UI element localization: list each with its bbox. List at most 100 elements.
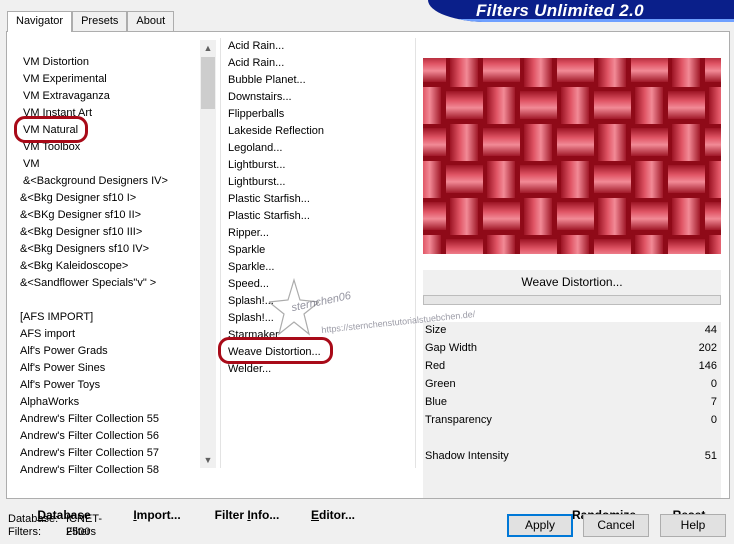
weave-tile xyxy=(423,235,441,254)
category-item[interactable]: VM Extravaganza xyxy=(20,88,203,105)
category-item[interactable]: &<Sandflower Specials"v" > xyxy=(20,275,203,292)
filter-item[interactable]: Plastic Starfish... xyxy=(228,208,418,225)
weave-tile xyxy=(705,128,721,156)
weave-tile xyxy=(557,58,594,82)
filter-item[interactable]: Plastic Starfish... xyxy=(228,191,418,208)
weave-tile xyxy=(450,198,478,235)
filter-item[interactable]: Lightburst... xyxy=(228,174,418,191)
filter-item[interactable]: Downstairs... xyxy=(228,89,418,106)
category-item[interactable]: [AFS IMPORT] xyxy=(20,309,203,326)
weave-tile xyxy=(557,128,594,156)
weave-tile xyxy=(446,239,483,254)
selected-filter-name: Weave Distortion... xyxy=(423,270,721,295)
import-label: mport... xyxy=(136,508,181,522)
param-row[interactable]: Green 0 xyxy=(425,376,719,393)
weave-tile xyxy=(672,198,700,235)
editor-label: ditor... xyxy=(319,508,355,522)
param-label: Red xyxy=(425,360,446,372)
filter-item[interactable]: Ripper... xyxy=(228,225,418,242)
status-filters: Filters: 2500 xyxy=(8,526,90,539)
status-filters-label: Filters: xyxy=(8,526,41,538)
category-item[interactable]: &<Background Designers IV> xyxy=(20,173,203,190)
column-divider xyxy=(220,38,221,468)
weave-tile xyxy=(594,165,631,193)
weave-tile xyxy=(561,161,589,198)
weave-tile xyxy=(561,235,589,254)
weave-tile xyxy=(635,235,663,254)
param-value: 202 xyxy=(698,342,717,354)
category-list[interactable]: VM Distortion VM Experimental VM Extravaga… xyxy=(20,54,203,494)
category-item[interactable]: AlphaWorks xyxy=(20,394,203,411)
filter-item[interactable]: Weave Distortion... xyxy=(228,344,418,361)
category-item[interactable]: Alf's Power Toys xyxy=(20,377,203,394)
category-item[interactable]: VM Experimental xyxy=(20,71,203,88)
weave-tile xyxy=(594,239,631,254)
category-item[interactable]: &<Bkg Kaleidoscope> xyxy=(20,258,203,275)
category-item[interactable]: VM Distortion xyxy=(20,54,203,71)
category-item[interactable] xyxy=(20,292,203,309)
filter-item[interactable]: Lightburst... xyxy=(228,157,418,174)
tab-navigator[interactable]: Navigator xyxy=(7,11,73,32)
filter-item[interactable]: Acid Rain... xyxy=(228,38,418,55)
weave-tile xyxy=(446,91,483,119)
weave-tile xyxy=(709,87,721,124)
preview-image xyxy=(423,58,721,254)
tab-presets[interactable]: Presets xyxy=(72,11,128,31)
category-item[interactable]: Andrew's Filter Collection 57 xyxy=(20,445,203,462)
scroll-down-arrow-icon[interactable]: ▼ xyxy=(200,452,216,468)
param-value: 51 xyxy=(704,450,717,462)
filter-item[interactable]: Legoland... xyxy=(228,140,418,157)
scroll-thumb[interactable] xyxy=(201,57,215,109)
filter-item[interactable]: Splash!... xyxy=(228,310,418,327)
param-label: Blue xyxy=(425,396,448,408)
category-item[interactable]: &<Bkg Designer sf10 I> xyxy=(20,190,203,207)
category-item[interactable]: Alf's Power Grads xyxy=(20,343,203,360)
cancel-button[interactable]: Cancel xyxy=(583,514,649,537)
category-item[interactable]: &<BKg Designer sf10 II> xyxy=(20,207,203,224)
filter-info-button[interactable]: Filter Info... xyxy=(203,505,291,526)
param-row[interactable]: Red 146 xyxy=(425,358,719,375)
scroll-up-arrow-icon[interactable]: ▲ xyxy=(200,40,216,56)
filter-item[interactable]: Bubble Planet... xyxy=(228,72,418,89)
filter-item[interactable]: Sparkle... xyxy=(228,259,418,276)
filter-item[interactable]: Acid Rain... xyxy=(228,55,418,72)
filter-item[interactable]: Speed... xyxy=(228,276,418,293)
weave-tile xyxy=(483,58,520,82)
category-item[interactable]: &<Bkg Designers sf10 IV> xyxy=(20,241,203,258)
category-item[interactable]: VM Toolbox xyxy=(20,139,203,156)
category-scrollbar[interactable]: ▲ ▼ xyxy=(200,40,216,468)
category-item[interactable]: Andrew's Filter Collection 58 xyxy=(20,462,203,479)
category-item[interactable]: AFS import xyxy=(20,326,203,343)
help-button[interactable]: Help xyxy=(660,514,726,537)
param-row[interactable]: Size 44 xyxy=(425,322,719,339)
category-item[interactable]: Alf's Power Sines xyxy=(20,360,203,377)
param-row[interactable]: Shadow Intensity 51 xyxy=(425,448,719,465)
weave-tile xyxy=(561,87,589,124)
param-row[interactable]: Transparency 0 xyxy=(425,412,719,429)
category-item[interactable]: Andrew's Filter Collection 55 xyxy=(20,411,203,428)
filter-list[interactable]: Acid Rain... Acid Rain... Bubble Planet...… xyxy=(228,38,418,478)
category-item[interactable]: VM Natural xyxy=(20,122,203,139)
category-item[interactable]: &<Bkg Designer sf10 III> xyxy=(20,224,203,241)
param-row[interactable]: Gap Width 202 xyxy=(425,340,719,357)
filter-item[interactable]: Lakeside Reflection xyxy=(228,123,418,140)
navigator-panel: VM Distortion VM Experimental VM Extravaga… xyxy=(6,31,730,526)
category-item[interactable]: VM xyxy=(20,156,203,173)
weave-tile xyxy=(709,161,721,198)
weave-tile xyxy=(423,202,446,230)
editor-button[interactable]: Editor... xyxy=(298,505,368,526)
weave-tile xyxy=(635,161,663,198)
param-row[interactable]: Blue 7 xyxy=(425,394,719,411)
apply-button[interactable]: Apply xyxy=(507,514,573,537)
filter-item[interactable]: Splash!... xyxy=(228,293,418,310)
filter-item[interactable]: Welder... xyxy=(228,361,418,378)
category-item[interactable]: VM Instant Art xyxy=(20,105,203,122)
weave-tile xyxy=(446,165,483,193)
filter-item[interactable]: Starmaker xyxy=(228,327,418,344)
category-item[interactable]: Andrew's Filter Collection 56 xyxy=(20,428,203,445)
filter-item[interactable]: Flipperballs xyxy=(228,106,418,123)
filter-item[interactable]: Sparkle xyxy=(228,242,418,259)
tab-about[interactable]: About xyxy=(127,11,175,31)
weave-tile xyxy=(524,124,552,161)
import-button[interactable]: Import... xyxy=(118,505,196,526)
